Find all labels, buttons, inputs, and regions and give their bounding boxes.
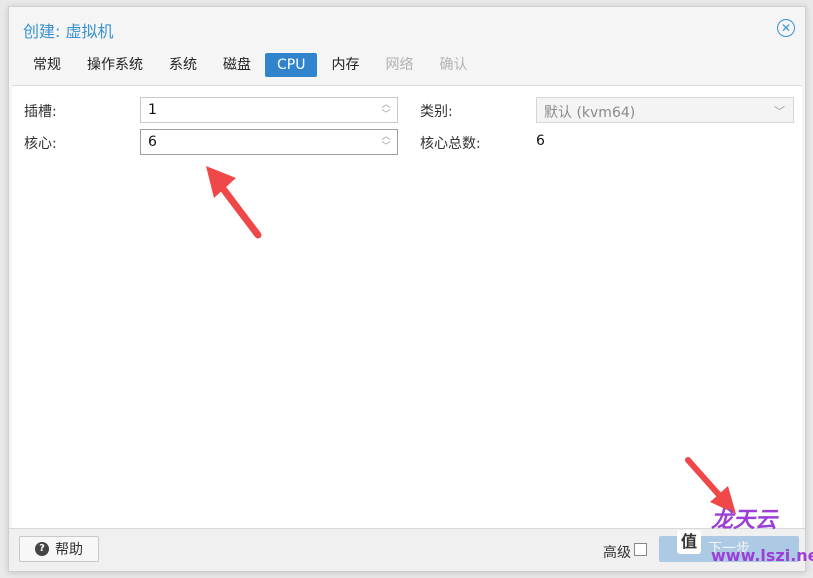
spin-up-icon[interactable]: ︿ bbox=[381, 100, 391, 110]
close-icon[interactable]: ✕ bbox=[777, 19, 795, 37]
cpu-type-value: 默认 (kvm64) bbox=[544, 105, 636, 121]
cores-spinner[interactable]: ︿ ﹀ bbox=[381, 132, 391, 152]
watermark-logo: 值 龙天云 www.lszi.net bbox=[677, 496, 813, 574]
tab-memory[interactable]: 内存 bbox=[319, 53, 371, 77]
cores-label: 核心: bbox=[24, 136, 57, 152]
spin-up-icon[interactable]: ︿ bbox=[381, 132, 391, 142]
help-button[interactable]: ? 帮助 bbox=[19, 536, 99, 562]
advanced-checkbox[interactable] bbox=[634, 543, 647, 556]
create-vm-dialog: 创建: 虚拟机 ✕ 常规 操作系统 系统 磁盘 CPU 内存 网络 确认 插槽:… bbox=[8, 6, 806, 572]
tab-general[interactable]: 常规 bbox=[21, 53, 73, 77]
advanced-label: 高级 bbox=[603, 545, 631, 561]
chevron-down-icon[interactable]: ﹀ bbox=[774, 103, 785, 119]
help-label: 帮助 bbox=[55, 542, 83, 558]
total-cores-label: 核心总数: bbox=[420, 136, 481, 152]
sockets-label: 插槽: bbox=[24, 104, 57, 120]
tab-disk[interactable]: 磁盘 bbox=[211, 53, 263, 77]
total-cores-value: 6 bbox=[536, 133, 545, 149]
tab-network: 网络 bbox=[385, 57, 414, 73]
sockets-value: 1 bbox=[148, 102, 157, 118]
sockets-spinner[interactable]: ︿ ﹀ bbox=[381, 100, 391, 120]
dialog-titlebar: 创建: 虚拟机 ✕ bbox=[9, 7, 805, 49]
watermark-text-top: 龙天云 bbox=[711, 508, 778, 533]
spin-down-icon[interactable]: ﹀ bbox=[381, 110, 391, 120]
dialog-title: 创建: 虚拟机 bbox=[23, 22, 114, 41]
sockets-input[interactable]: 1 ︿ ﹀ bbox=[140, 97, 398, 123]
cores-input[interactable]: 6 ︿ ﹀ bbox=[140, 129, 398, 155]
spin-down-icon[interactable]: ﹀ bbox=[381, 142, 391, 152]
wizard-tabs: 常规 操作系统 系统 磁盘 CPU 内存 网络 确认 bbox=[21, 53, 481, 79]
question-icon: ? bbox=[35, 542, 49, 556]
watermark-badge: 值 bbox=[677, 530, 701, 554]
tab-cpu[interactable]: CPU bbox=[265, 53, 318, 77]
watermark-text-bottom: www.lszi.net bbox=[711, 546, 813, 565]
tab-confirm: 确认 bbox=[439, 57, 468, 73]
cores-value: 6 bbox=[148, 134, 157, 150]
tab-os[interactable]: 操作系统 bbox=[75, 53, 155, 77]
tab-system[interactable]: 系统 bbox=[157, 53, 209, 77]
cpu-panel: 插槽: 1 ︿ ﹀ 核心: 6 ︿ ﹀ 类别: 默认 (kvm64) ﹀ 核心总… bbox=[12, 85, 802, 528]
cpu-type-select[interactable]: 默认 (kvm64) ﹀ bbox=[536, 97, 794, 123]
type-label: 类别: bbox=[420, 104, 453, 120]
